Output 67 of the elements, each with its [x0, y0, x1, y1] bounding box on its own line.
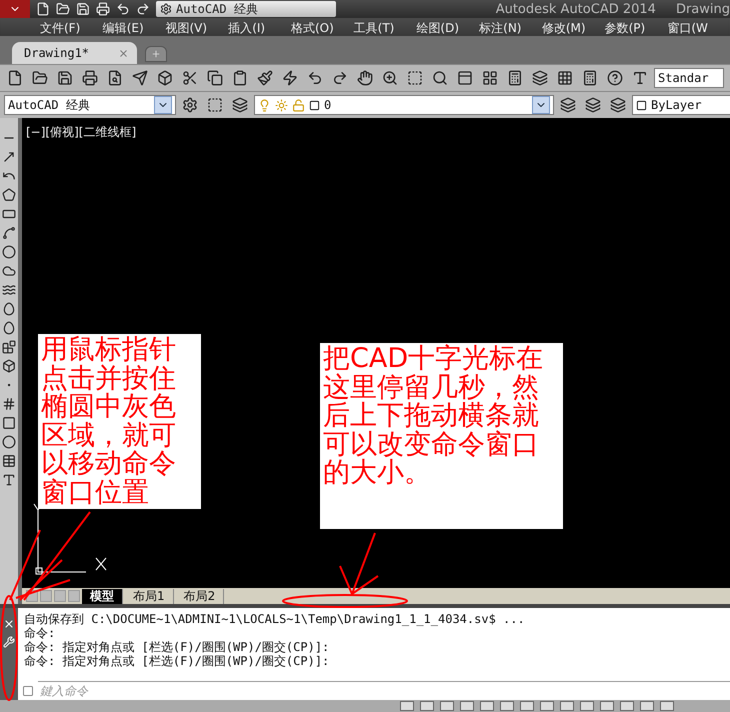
- viewport-label[interactable]: [−][俯视][二维线框]: [26, 124, 136, 141]
- note-text: 用鼠标指针点击并按住椭圆中灰色区域，就可以移动命令窗口位置: [41, 336, 177, 508]
- status-toggle-icon[interactable]: [420, 701, 434, 711]
- menu-item[interactable]: 插入(I): [228, 18, 291, 36]
- status-toggle-icon[interactable]: [620, 701, 634, 711]
- layout-tab[interactable]: 模型: [82, 588, 123, 604]
- new-tab-button[interactable]: [145, 46, 167, 62]
- command-input[interactable]: 鍵入命令: [38, 681, 730, 700]
- menu-item[interactable]: 修改(M): [542, 18, 605, 36]
- close-icon[interactable]: [3, 618, 15, 630]
- status-toggle-icon[interactable]: [400, 701, 414, 711]
- arc-icon[interactable]: [1, 225, 17, 241]
- quick-access-icon[interactable]: [76, 2, 90, 16]
- menu-item[interactable]: 工具(T): [354, 18, 416, 36]
- app-title: Autodesk AutoCAD 2014: [496, 2, 656, 16]
- quick-access-icon[interactable]: [136, 2, 150, 16]
- document-tab[interactable]: Drawing1*: [12, 42, 137, 64]
- color-select[interactable]: ByLayer: [632, 95, 730, 115]
- lightbulb-icon[interactable]: [258, 98, 271, 112]
- document-title: Drawing: [676, 2, 730, 16]
- sun-icon[interactable]: [275, 98, 288, 112]
- menu-item[interactable]: 视图(V): [165, 18, 228, 36]
- menu-item[interactable]: 窗口(W: [667, 18, 730, 36]
- quick-access-icon[interactable]: [56, 2, 70, 16]
- menu-item[interactable]: 绘图(D): [416, 18, 480, 36]
- status-toggle-icon[interactable]: [460, 701, 474, 711]
- quick-access-icon[interactable]: [96, 2, 110, 16]
- unlock-icon[interactable]: [292, 98, 305, 112]
- circle-icon[interactable]: [1, 244, 17, 260]
- close-icon[interactable]: [118, 48, 129, 58]
- note-text: 把CAD十字光标在这里停留几秒，然后上下拖动横条就可以改变命令窗口的大小。: [323, 345, 544, 488]
- menu-item[interactable]: 格式(O): [290, 18, 354, 36]
- command-line: 命令: 指定对角点或 [栏选(F)/圈围(WP)/圈交(CP)]:: [24, 654, 330, 668]
- status-toggle-icon[interactable]: [440, 701, 454, 711]
- status-toggle-icon[interactable]: [540, 701, 554, 711]
- layer-select[interactable]: 0: [254, 95, 554, 115]
- status-toggle-icon[interactable]: [660, 701, 674, 711]
- menu-item[interactable]: 参数(P): [604, 18, 668, 36]
- command-menu-icon[interactable]: [22, 684, 34, 696]
- status-toggle-icon[interactable]: [520, 701, 534, 711]
- gear-icon: [160, 3, 172, 15]
- workspace-select[interactable]: AutoCAD 经典: [4, 95, 176, 115]
- table-icon[interactable]: [1, 453, 17, 469]
- menu-item[interactable]: 文件(F): [40, 18, 103, 36]
- hatch-icon[interactable]: [1, 396, 17, 412]
- color-swatch-icon: [309, 100, 320, 110]
- menu-item[interactable]: 编辑(E): [102, 18, 166, 36]
- status-toggle-icon[interactable]: [600, 701, 614, 711]
- color-swatch-icon: [636, 100, 647, 110]
- text-style-field[interactable]: Standar: [654, 68, 724, 88]
- status-toggle-icon[interactable]: [580, 701, 594, 711]
- annotation-arrow-drawing: [339, 532, 379, 596]
- command-line: 命令:: [24, 626, 56, 640]
- status-toggle-icon[interactable]: [640, 701, 654, 711]
- quick-access-icon[interactable]: [36, 2, 50, 16]
- text-icon[interactable]: [1, 472, 17, 488]
- quick-access-icon[interactable]: [116, 2, 130, 16]
- status-toggle-icon[interactable]: [480, 701, 494, 711]
- menu-item[interactable]: 标注(N): [479, 18, 542, 36]
- polygon-icon[interactable]: [1, 187, 17, 203]
- command-line: 命令: 指定对角点或 [栏选(F)/圈围(WP)/圈交(CP)]:: [24, 640, 330, 654]
- status-toggle-icon[interactable]: [560, 701, 574, 711]
- wrench-icon[interactable]: [3, 636, 15, 648]
- command-line: 自动保存到 C:\DOCUME~1\ADMINI~1\LOCALS~1\Temp\Drawing1_1_1_4034.sv$ ...: [24, 612, 526, 626]
- workspace-dropdown[interactable]: AutoCAD 经典: [156, 1, 336, 17]
- status-toggle-icon[interactable]: [500, 701, 514, 711]
- plus-icon: [151, 49, 161, 59]
